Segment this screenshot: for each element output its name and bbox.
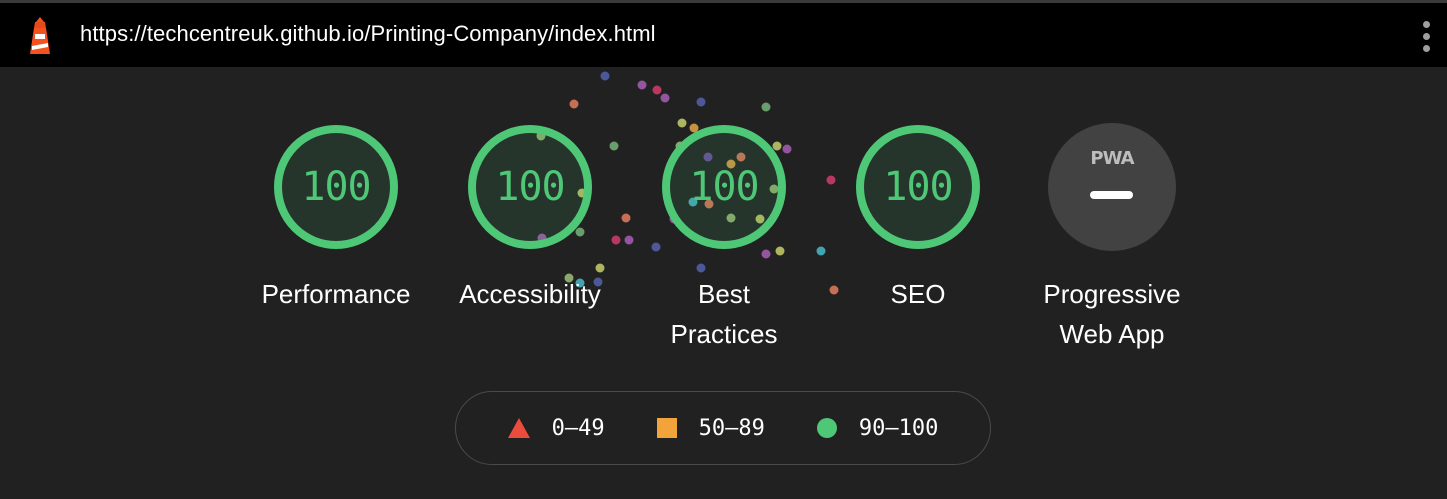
legend-item-fail: 0–49 [507, 415, 605, 441]
gauge-label: SEO [890, 279, 946, 309]
gauge-score: 100 [495, 164, 565, 210]
legend-range: 0–49 [551, 415, 605, 441]
gauge-label: Accessibility [459, 279, 601, 309]
legend-range: 50–89 [698, 415, 765, 441]
gauge-label: Best Practices [670, 279, 778, 349]
pwa-badge-text: PWA [1090, 148, 1134, 169]
legend-item-average: 50–89 [656, 415, 765, 441]
gauge-label: Progressive Web App [1043, 279, 1181, 349]
score-legend: 0–49 50–89 90–100 [455, 391, 991, 465]
gauge-performance[interactable]: 100 Performance [236, 122, 436, 314]
gauge-accessibility[interactable]: 100 Accessibility [430, 122, 630, 314]
more-vertical-icon[interactable] [1414, 17, 1438, 55]
legend-item-pass: 90–100 [816, 415, 939, 441]
gauge-score: 100 [883, 164, 953, 210]
triangle-icon [507, 418, 530, 438]
gauge-label: Performance [261, 279, 411, 309]
legend-range: 90–100 [858, 415, 939, 441]
gauge-seo[interactable]: 100 SEO [818, 122, 1018, 314]
circle-icon [816, 418, 837, 438]
square-icon [656, 418, 677, 438]
gauge-score: 100 [689, 164, 759, 210]
gauge-pwa[interactable]: PWA Progressive Web App [1012, 122, 1212, 354]
lighthouse-icon [30, 17, 50, 54]
gauge-score: 100 [301, 164, 371, 210]
pwa-badge [1048, 123, 1176, 251]
top-bar: https://techcentreuk.github.io/Printing-… [0, 3, 1447, 67]
gauge-best-practices[interactable]: 100 Best Practices [624, 122, 824, 354]
url-text: https://techcentreuk.github.io/Printing-… [80, 21, 656, 46]
